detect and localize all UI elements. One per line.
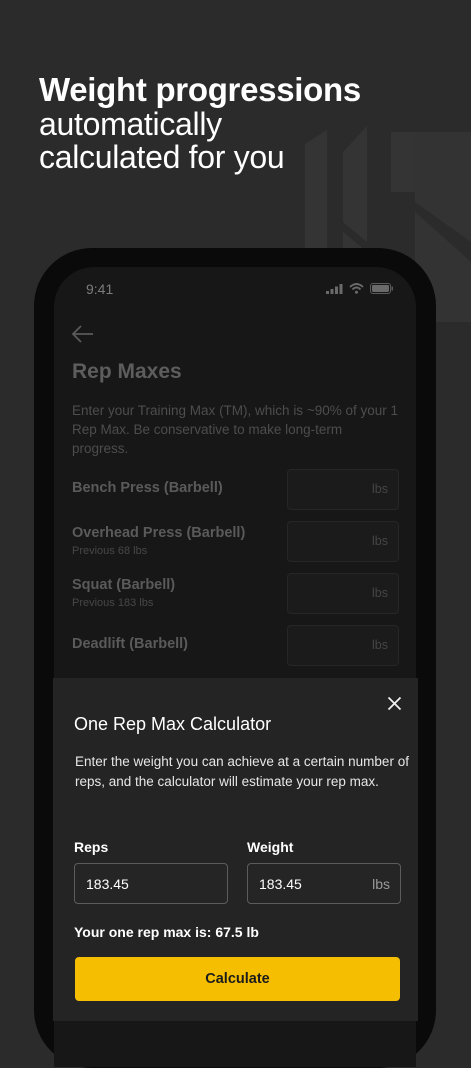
tm-input-deadlift[interactable]: lbs [287,625,399,666]
unit-label: lbs [372,482,388,496]
close-icon[interactable] [387,696,402,711]
exercise-name: Bench Press (Barbell) [72,480,223,496]
weight-value: 183.45 [259,876,302,892]
exercise-previous: Previous 183 lbs [72,597,154,609]
weight-label: Weight [247,839,294,855]
unit-label: lbs [372,586,388,600]
status-time: 9:41 [86,281,114,297]
calculate-button[interactable]: Calculate [75,957,400,1001]
exercise-row-bench: Bench Press (Barbell) lbs [72,469,399,510]
exercise-name: Squat (Barbell) [72,577,176,593]
unit-label: lbs [372,534,388,548]
page-description: Enter your Training Max (TM), which is ~… [72,403,398,456]
reps-label: Reps [74,839,109,855]
exercise-row-ohp: Overhead Press (Barbell) Previous 68 lbs… [72,521,399,562]
calculator-description: Enter the weight you can achieve at a ce… [75,754,409,789]
calculator-title: One Rep Max Calculator [74,714,272,734]
unit-label: lbs [372,638,388,652]
status-icons [326,283,394,294]
exercise-row-squat: Squat (Barbell) Previous 183 lbs lbs [72,573,399,614]
back-arrow-icon[interactable] [72,325,94,343]
reps-value: 183.45 [86,876,129,892]
tm-input-ohp[interactable]: lbs [287,521,399,562]
wifi-icon [349,283,364,294]
battery-icon [370,283,393,294]
weight-input[interactable]: 183.45 lbs [247,863,401,904]
reps-input[interactable]: 183.45 [74,863,228,904]
weight-unit: lbs [372,876,390,892]
exercise-name: Deadlift (Barbell) [72,636,189,652]
tm-input-squat[interactable]: lbs [287,573,399,614]
one-rep-max-result: Your one rep max is: 67.5 lb [74,924,259,940]
headline-bold: Weight progressions [39,71,361,108]
tm-input-bench[interactable]: lbs [287,469,399,510]
calculator-sheet: One Rep Max Calculator Enter the weight … [53,678,418,1021]
page-title: Rep Maxes [72,360,182,383]
status-bar: 9:41 [54,267,416,313]
signal-icon [326,283,343,294]
exercise-name: Overhead Press (Barbell) [72,525,246,541]
exercise-row-deadlift: Deadlift (Barbell) lbs [72,625,399,666]
exercise-previous: Previous 68 lbs [72,545,148,557]
